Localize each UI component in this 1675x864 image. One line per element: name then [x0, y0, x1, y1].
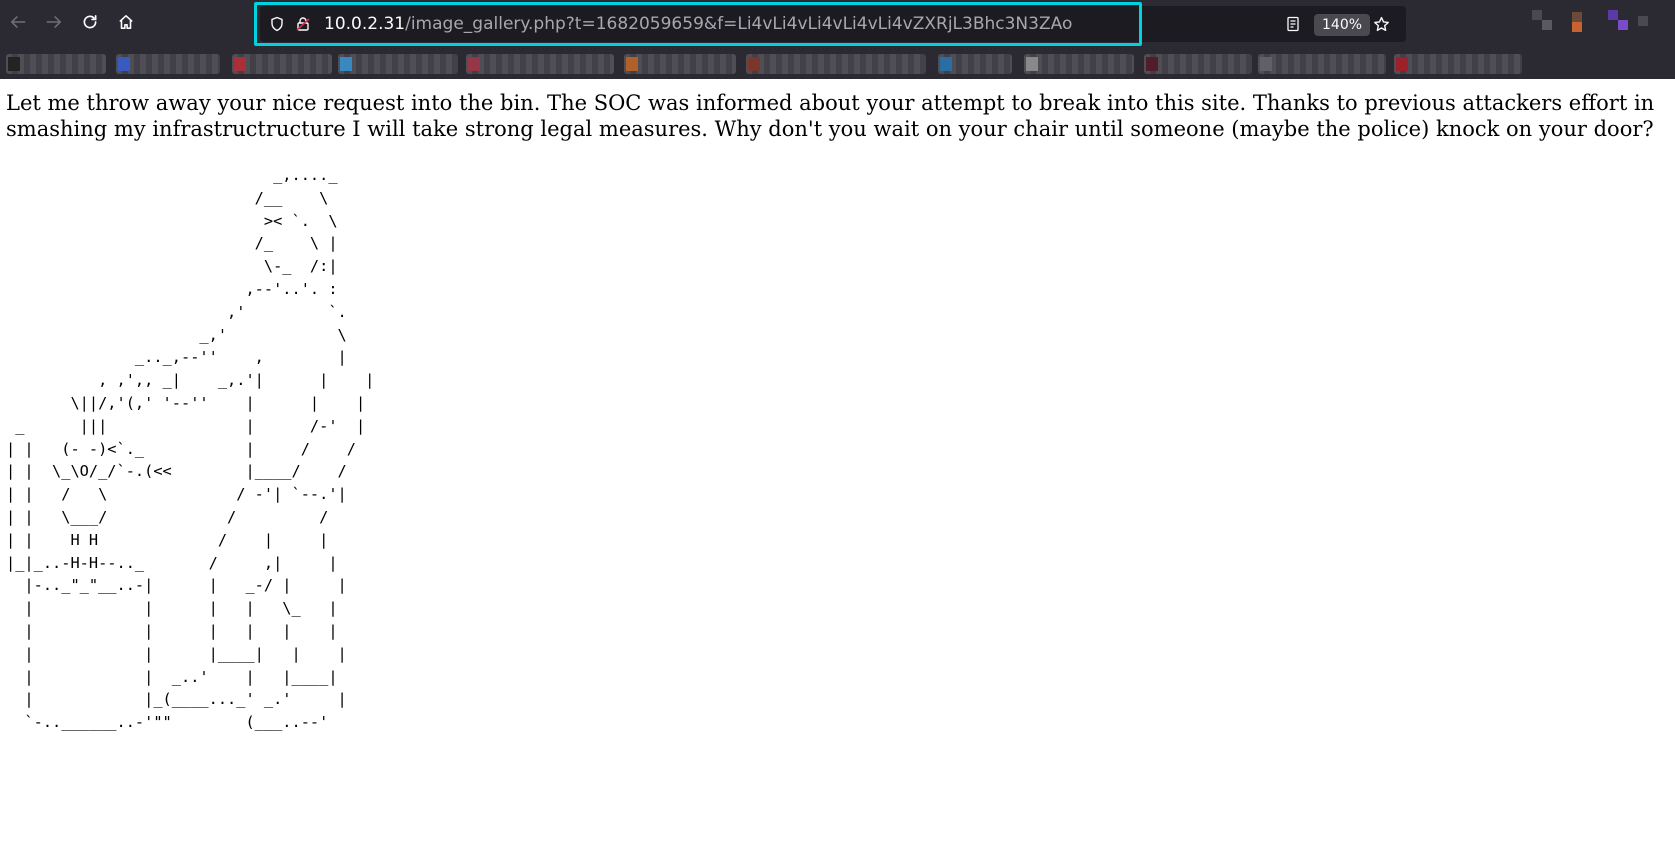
- bookmark-item[interactable]: [1258, 54, 1386, 74]
- bookmark-item[interactable]: [6, 54, 106, 74]
- reload-button[interactable]: [74, 8, 106, 40]
- back-button[interactable]: [2, 8, 34, 40]
- extension-icon[interactable]: [1542, 20, 1552, 30]
- address-bar[interactable]: 10.0.2.31/image_gallery.php?t=1682059659…: [260, 6, 1406, 42]
- bookmark-item[interactable]: [116, 54, 220, 74]
- lock-icon[interactable]: [294, 15, 312, 33]
- star-icon[interactable]: [1372, 15, 1390, 33]
- url-field[interactable]: 10.0.2.31/image_gallery.php?t=1682059659…: [324, 13, 1072, 35]
- bookmark-item[interactable]: [624, 54, 736, 74]
- bookmark-item[interactable]: [338, 54, 458, 74]
- extension-icon[interactable]: [1572, 22, 1582, 32]
- forward-button[interactable]: [38, 8, 70, 40]
- page-content: Let me throw away your nice request into…: [6, 90, 1666, 734]
- bookmark-item[interactable]: [232, 54, 332, 74]
- bookmark-item[interactable]: [466, 54, 614, 74]
- arrow-left-icon: [9, 13, 27, 35]
- extension-icon[interactable]: [1572, 12, 1582, 22]
- extension-icon[interactable]: [1608, 10, 1618, 20]
- ascii-art: _,...._ /__ \ >< `. \ /_ \ | \-_ /:| ,--…: [6, 166, 375, 732]
- shield-icon[interactable]: [268, 15, 286, 33]
- url-path: /image_gallery.php?t=1682059659&f=Li4vLi…: [405, 14, 1073, 34]
- reader-view-icon[interactable]: [1284, 15, 1302, 33]
- arrow-right-icon: [45, 13, 63, 35]
- bookmark-item[interactable]: [1394, 54, 1522, 74]
- extension-icon[interactable]: [1618, 20, 1628, 30]
- url-host: 10.0.2.31: [324, 14, 406, 34]
- bookmarks-toolbar: [0, 48, 1675, 79]
- bookmark-item[interactable]: [938, 54, 1012, 74]
- home-button[interactable]: [110, 8, 142, 40]
- home-icon: [117, 13, 135, 35]
- bookmark-item[interactable]: [1024, 54, 1134, 74]
- bookmark-item[interactable]: [746, 54, 926, 74]
- bookmark-item[interactable]: [1144, 54, 1252, 74]
- extension-icon[interactable]: [1532, 10, 1542, 20]
- reload-icon: [81, 13, 99, 35]
- extension-icon[interactable]: [1638, 16, 1648, 26]
- browser-toolbar: 10.0.2.31/image_gallery.php?t=1682059659…: [0, 0, 1675, 79]
- zoom-level-button[interactable]: 140%: [1314, 14, 1371, 36]
- warning-message: Let me throw away your nice request into…: [6, 91, 1655, 141]
- extensions-area[interactable]: [1530, 8, 1670, 40]
